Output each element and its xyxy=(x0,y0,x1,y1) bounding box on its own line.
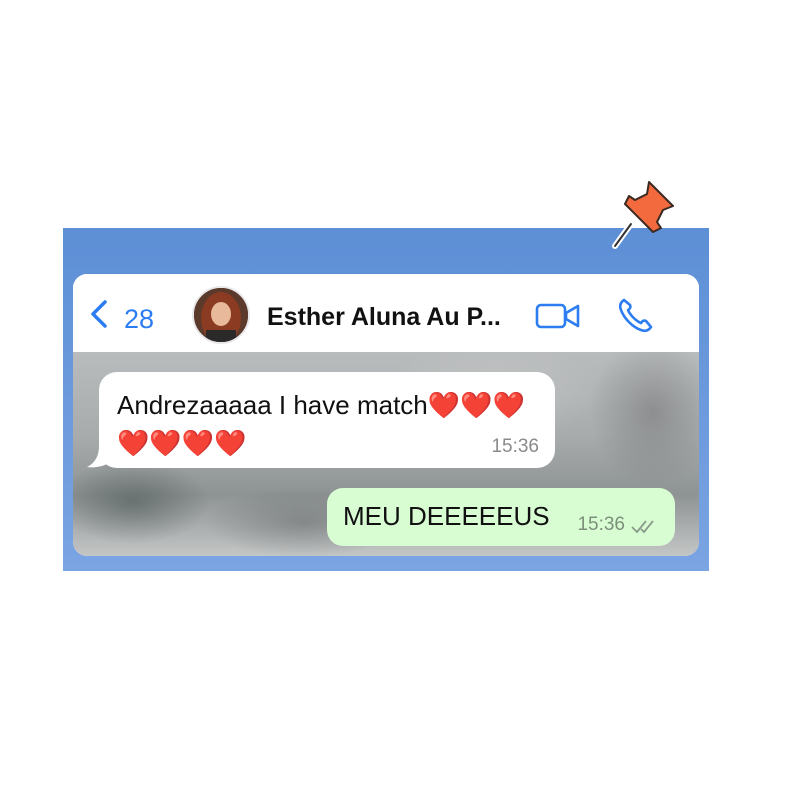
contact-name[interactable]: Esther Aluna Au P... xyxy=(267,303,501,332)
phone-icon[interactable] xyxy=(615,296,655,336)
chevron-left-icon[interactable] xyxy=(89,300,109,328)
unread-count[interactable]: 28 xyxy=(124,304,154,335)
incoming-message-bubble[interactable]: Andrezaaaaa I have match❤️❤️❤️❤️❤️❤️❤️ 1… xyxy=(99,372,555,468)
message-text: MEU DEEEEEUS xyxy=(343,501,550,531)
pushpin-icon xyxy=(612,181,674,249)
chat-window: 28 Esther Aluna Au P... Andrezaaaaa I ha… xyxy=(73,274,699,556)
chat-header: 28 Esther Aluna Au P... xyxy=(73,274,699,353)
message-text: Andrezaaaaa I have match❤️❤️❤️❤️❤️❤️❤️ xyxy=(117,390,525,458)
screenshot-frame: 28 Esther Aluna Au P... Andrezaaaaa I ha… xyxy=(63,228,709,571)
outgoing-message-bubble[interactable]: MEU DEEEEEUS 15:36 xyxy=(327,488,675,546)
avatar[interactable] xyxy=(192,286,250,344)
message-time: 15:36 xyxy=(491,436,539,457)
message-time: 15:36 xyxy=(577,514,625,535)
double-check-icon xyxy=(631,520,654,534)
video-camera-icon[interactable] xyxy=(535,302,581,330)
chat-area: Andrezaaaaa I have match❤️❤️❤️❤️❤️❤️❤️ 1… xyxy=(73,352,699,556)
